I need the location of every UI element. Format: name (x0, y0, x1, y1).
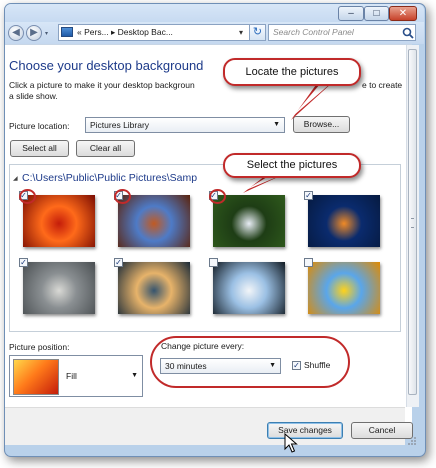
callout-locate-pictures: Locate the pictures (223, 58, 361, 86)
callout-pointers (243, 82, 333, 193)
callout-select-pictures: Select the pictures (223, 153, 361, 178)
